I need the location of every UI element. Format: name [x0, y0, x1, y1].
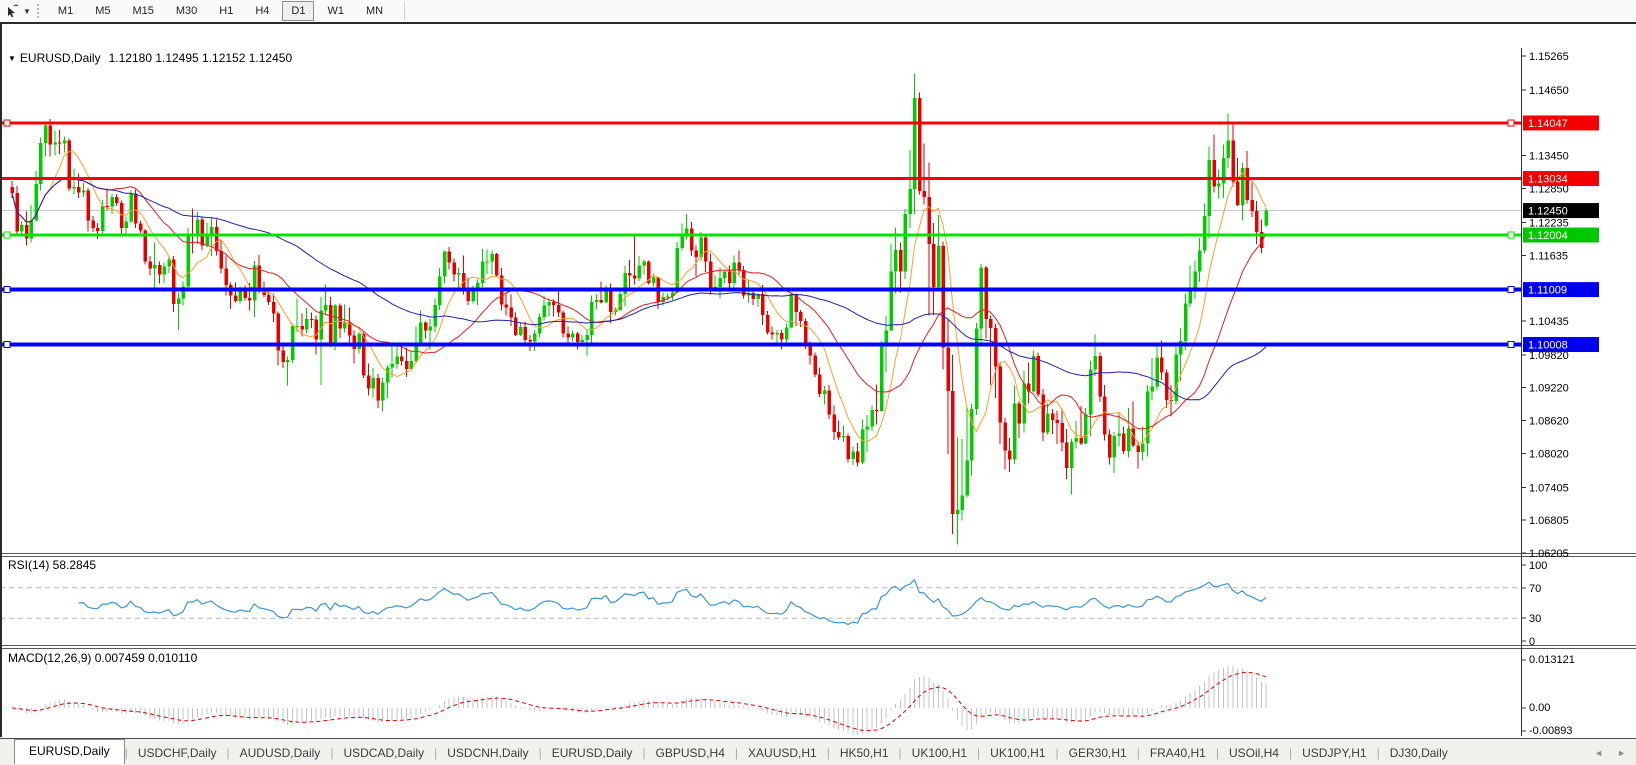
- chart-tab-eurusd-daily[interactable]: EURUSD,Daily: [542, 743, 643, 763]
- line-handle[interactable]: [3, 119, 11, 127]
- price-badge-1.14047: 1.14047: [1523, 115, 1599, 131]
- trading-terminal: ▼ M1 M5 M15 M30 H1 H4 D1 W1 MN ▼ EURUSD,Daily 1.12…: [0, 0, 1636, 765]
- timeframe-button-m1[interactable]: M1: [49, 1, 82, 21]
- rsi-pane: [0, 579, 1521, 626]
- price-badge-1.12004: 1.12004: [1523, 227, 1599, 243]
- price-tick-label: 1.10435: [1529, 316, 1569, 328]
- chart-tab-fra40-h1[interactable]: FRA40,H1: [1140, 743, 1216, 763]
- price-axis[interactable]: 1.152651.146501.134501.128501.122351.116…: [1521, 48, 1599, 737]
- chart-tab-audusd-daily[interactable]: AUDUSD,Daily: [230, 743, 331, 763]
- price-badge-1.11009: 1.11009: [1523, 282, 1599, 298]
- pane-separators[interactable]: [0, 553, 1636, 649]
- chart-tab-hk50-h1[interactable]: HK50,H1: [830, 743, 899, 763]
- price-tick-label: 1.08020: [1529, 449, 1569, 461]
- chart-tab-usdcad-daily[interactable]: USDCAD,Daily: [333, 743, 434, 763]
- price-badge-1.10008: 1.10008: [1523, 337, 1599, 353]
- line-handle[interactable]: [1507, 119, 1515, 127]
- rsi-tick-label: 70: [1529, 583, 1541, 595]
- timeframe-toolbar: ▼ M1 M5 M15 M30 H1 H4 D1 W1 MN: [0, 0, 1636, 23]
- svg-text:1.12004: 1.12004: [1528, 230, 1568, 242]
- tabs-scroll-left-icon[interactable]: ◄: [1594, 748, 1603, 758]
- line-handle[interactable]: [3, 231, 11, 239]
- hline-1.12004[interactable]: [0, 231, 1521, 239]
- chart-ohlc-label: 1.12180 1.12495 1.12152 1.12450: [108, 51, 293, 65]
- macd-tick-label: 0.00: [1529, 702, 1550, 714]
- svg-text:1.14047: 1.14047: [1528, 118, 1568, 130]
- chart-tab-gbpusd-h4[interactable]: GBPUSD,H4: [646, 743, 735, 763]
- timeframe-button-d1[interactable]: D1: [282, 1, 315, 21]
- cursor-icon: [8, 4, 19, 18]
- line-handle[interactable]: [1507, 341, 1515, 349]
- line-handle[interactable]: [3, 286, 11, 294]
- macd-tick-label: -0.00893: [1529, 725, 1572, 737]
- price-tick-label: 1.14650: [1529, 85, 1569, 97]
- candles-layer: [10, 73, 1268, 545]
- ma-mid-line: [11, 177, 1267, 430]
- macd-histogram: [16, 665, 1267, 735]
- price-tick-label: 1.15265: [1529, 51, 1569, 63]
- line-handle[interactable]: [3, 341, 11, 349]
- chart-window[interactable]: ▼ EURUSD,Daily 1.12180 1.12495 1.12152 1.1…: [0, 22, 1636, 763]
- chart-tab-eurusd-daily[interactable]: EURUSD,Daily: [14, 739, 125, 764]
- ma-fast-line: [11, 151, 1267, 444]
- window-left-border: [0, 22, 2, 737]
- tab-scroll-arrows: ◄ ►: [1594, 739, 1626, 765]
- timeframe-button-m30[interactable]: M30: [167, 1, 206, 21]
- timeframe-button-mn[interactable]: MN: [357, 1, 392, 21]
- timeframe-button-m5[interactable]: M5: [86, 1, 119, 21]
- rsi-tick-label: 100: [1529, 560, 1547, 572]
- hline-1.14047[interactable]: [0, 119, 1521, 127]
- chart-canvas[interactable]: 1.152651.146501.134501.128501.122351.116…: [0, 46, 1636, 738]
- rsi-tick-label: 0: [1529, 636, 1535, 648]
- chart-tab-uk100-h1[interactable]: UK100,H1: [980, 743, 1055, 763]
- toolbar-separator: [404, 2, 406, 20]
- svg-text:1.12450: 1.12450: [1528, 206, 1568, 218]
- chart-tab-usdchf-daily[interactable]: USDCHF,Daily: [128, 743, 227, 763]
- price-tick-label: 1.07405: [1529, 482, 1569, 494]
- price-tick-label: 1.08620: [1529, 416, 1569, 428]
- line-handle[interactable]: [1507, 286, 1515, 294]
- price-tick-label: 1.06805: [1529, 515, 1569, 527]
- chart-tab-usdcnh-daily[interactable]: USDCNH,Daily: [437, 743, 538, 763]
- rsi-tick-label: 30: [1529, 613, 1541, 625]
- svg-text:1.11009: 1.11009: [1528, 285, 1567, 297]
- macd-pane: [11, 665, 1267, 735]
- price-tick-label: 1.09220: [1529, 383, 1569, 395]
- macd-indicator-title: MACD(12,26,9) 0.007459 0.010110: [8, 651, 198, 665]
- price-tick-label: 1.13450: [1529, 151, 1569, 163]
- chart-symbol-label: EURUSD,Daily: [19, 51, 101, 65]
- timeframe-button-m15[interactable]: M15: [123, 1, 162, 21]
- price-badge-1.13034: 1.13034: [1523, 171, 1599, 187]
- timeframe-buttons: M1 M5 M15 M30 H1 H4 D1 W1 MN: [47, 1, 394, 21]
- timeframe-button-w1[interactable]: W1: [318, 1, 353, 21]
- cursor-tool-icon[interactable]: [3, 2, 23, 20]
- svg-text:1.13034: 1.13034: [1528, 174, 1568, 186]
- price-badge-1.12450: 1.12450: [1523, 203, 1599, 219]
- svg-text:1.10008: 1.10008: [1528, 340, 1568, 352]
- chart-tabs: EURUSD,Daily | USDCHF,Daily | AUDUSD,Daily | U…: [14, 739, 1458, 765]
- timeframe-button-h4[interactable]: H4: [246, 1, 278, 21]
- toolbar-grip-handle[interactable]: [36, 4, 39, 18]
- price-tick-label: 1.06205: [1529, 548, 1569, 560]
- price-tick-label: 1.11635: [1529, 250, 1568, 262]
- hline-1.10008[interactable]: [0, 341, 1521, 349]
- chart-tab-dj30-daily[interactable]: DJ30,Daily: [1380, 743, 1458, 763]
- timeframe-button-h1[interactable]: H1: [210, 1, 242, 21]
- chart-tab-ger30-h1[interactable]: GER30,H1: [1059, 743, 1137, 763]
- chart-tab-bar: EURUSD,Daily | USDCHF,Daily | AUDUSD,Daily | U…: [0, 738, 1636, 765]
- line-handle[interactable]: [1507, 231, 1515, 239]
- symbol-dropdown-icon[interactable]: ▼: [8, 54, 16, 63]
- hline-1.11009[interactable]: [0, 286, 1521, 294]
- chart-title: ▼ EURUSD,Daily 1.12180 1.12495 1.12152 1.1…: [8, 51, 292, 65]
- tabs-scroll-right-icon[interactable]: ►: [1617, 748, 1626, 758]
- macd-tick-label: 0.013121: [1529, 654, 1575, 666]
- chart-tab-xauusd-h1[interactable]: XAUUSD,H1: [738, 743, 827, 763]
- chart-tab-usdjpy-h1[interactable]: USDJPY,H1: [1292, 743, 1376, 763]
- rsi-indicator-title: RSI(14) 58.2845: [8, 558, 97, 572]
- chart-tab-usoil-h4[interactable]: USOil,H4: [1219, 743, 1289, 763]
- chart-tab-uk100-h1[interactable]: UK100,H1: [902, 743, 977, 763]
- horizontal-lines: [0, 119, 1521, 349]
- cursor-tool-dropdown-icon[interactable]: ▼: [23, 7, 31, 16]
